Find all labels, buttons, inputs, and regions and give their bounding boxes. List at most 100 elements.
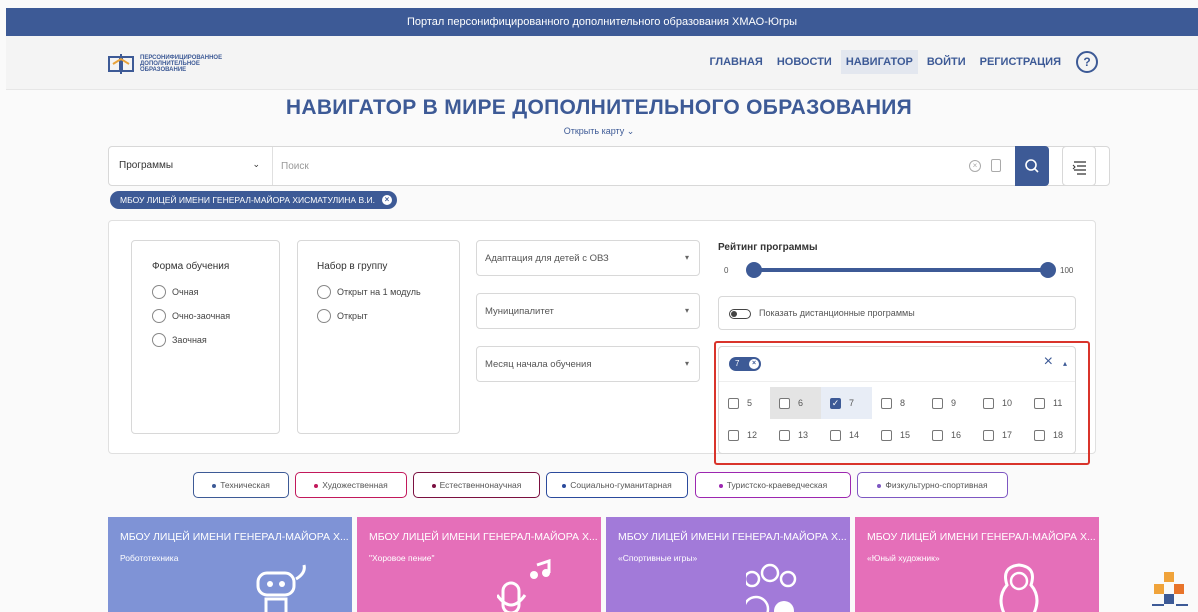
radio-form-fulltime-label: Очная bbox=[172, 287, 199, 297]
radio-circle bbox=[152, 309, 166, 323]
card-program-name: «Спортивные игры» bbox=[618, 553, 698, 563]
chevron-down-icon: ⌄ bbox=[252, 159, 260, 169]
menu-item-home[interactable]: ГЛАВНАЯ bbox=[704, 50, 767, 74]
search-icon bbox=[1025, 159, 1039, 173]
category-art[interactable]: Художественная bbox=[295, 472, 407, 498]
active-filter-label: МБОУ ЛИЦЕЙ ИМЕНИ ГЕНЕРАЛ-МАЙОРА ХИСМАТУЛ… bbox=[120, 195, 375, 205]
category-social[interactable]: Социально-гуманитарная bbox=[546, 472, 688, 498]
radio-form-distance-label: Заочная bbox=[172, 335, 207, 345]
bullet-icon bbox=[314, 483, 319, 488]
category-technical[interactable]: Техническая bbox=[193, 472, 289, 498]
card-program-name: «Юный художник» bbox=[867, 553, 940, 563]
page-title: НАВИГАТОР В МИРЕ ДОПОЛНИТЕЛЬНОГО ОБРАЗОВ… bbox=[285, 96, 913, 119]
open-map-link[interactable]: Открыть карту ⌄ bbox=[0, 126, 1198, 137]
category-sport[interactable]: Физкультурно-спортивная bbox=[857, 472, 1008, 498]
remote-programs-label: Показать дистанционные программы bbox=[759, 308, 915, 318]
radio-group-open-label: Открыт bbox=[337, 311, 368, 321]
remote-programs-toggle[interactable]: Показать дистанционные программы bbox=[718, 296, 1076, 330]
search-input[interactable] bbox=[277, 147, 957, 185]
card-org: МБОУ ЛИЦЕЙ ИМЕНИ ГЕНЕРАЛ-МАЙОРА Х... bbox=[120, 531, 349, 543]
portal-title: Портал персонифицированного дополнительн… bbox=[406, 16, 798, 28]
search-bar: Программы ⌄ × bbox=[108, 146, 1110, 186]
bullet-icon bbox=[212, 483, 217, 488]
highlight-frame bbox=[714, 341, 1090, 465]
category-tourism[interactable]: Туристско-краеведческая bbox=[695, 472, 851, 498]
rating-min-handle[interactable] bbox=[746, 262, 762, 278]
logo-icon bbox=[108, 54, 134, 74]
filters-toggle-button[interactable] bbox=[1062, 146, 1096, 186]
category-science-label: Естественнонаучная bbox=[439, 480, 522, 490]
program-card-robotics[interactable]: МБОУ ЛИЦЕЙ ИМЕНИ ГЕНЕРАЛ-МАЙОРА Х... Роб… bbox=[108, 517, 352, 612]
main-navbar: ПЕРСОНИФИЦИРОВАННОЕ ДОПОЛНИТЕЛЬНОЕ ОБРАЗ… bbox=[6, 36, 1198, 90]
radio-circle bbox=[317, 285, 331, 299]
radio-circle bbox=[317, 309, 331, 323]
program-card-artist[interactable]: МБОУ ЛИЦЕЙ ИМЕНИ ГЕНЕРАЛ-МАЙОРА Х... «Юн… bbox=[855, 517, 1099, 612]
municipality-select-label: Муниципалитет bbox=[485, 306, 554, 317]
search-button[interactable] bbox=[1015, 146, 1049, 186]
category-tourism-label: Туристско-краеведческая bbox=[726, 480, 828, 490]
remove-filter-icon[interactable]: × bbox=[381, 195, 392, 205]
ovz-select[interactable]: Адаптация для детей с ОВЗ ▾ bbox=[476, 240, 700, 276]
card-org: МБОУ ЛИЦЕЙ ИМЕНИ ГЕНЕРАЛ-МАЙОРА Х... bbox=[867, 531, 1096, 543]
card-org: МБОУ ЛИЦЕЙ ИМЕНИ ГЕНЕРАЛ-МАЙОРА Х... bbox=[618, 531, 847, 543]
card-org: МБОУ ЛИЦЕЙ ИМЕНИ ГЕНЕРАЛ-МАЙОРА Х... bbox=[369, 531, 598, 543]
logo[interactable]: ПЕРСОНИФИЦИРОВАННОЕ ДОПОЛНИТЕЛЬНОЕ ОБРАЗ… bbox=[108, 52, 230, 76]
municipality-select[interactable]: Муниципалитет ▾ bbox=[476, 293, 700, 329]
microphone-icon bbox=[497, 559, 551, 612]
caret-down-icon: ▾ bbox=[684, 253, 689, 262]
clear-search-icon[interactable]: × bbox=[969, 160, 981, 172]
category-social-label: Социально-гуманитарная bbox=[570, 480, 672, 490]
toggle-switch-icon[interactable] bbox=[729, 309, 751, 319]
program-card-choir[interactable]: МБОУ ЛИЦЕЙ ИМЕНИ ГЕНЕРАЛ-МАЙОРА Х... "Хо… bbox=[357, 517, 601, 612]
category-science[interactable]: Естественнонаучная bbox=[413, 472, 540, 498]
month-select-label: Месяц начала обучения bbox=[485, 359, 592, 370]
search-type-select[interactable]: Программы ⌄ bbox=[109, 147, 273, 185]
form-filter-title: Форма обучения bbox=[152, 261, 230, 272]
program-card-sports[interactable]: МБОУ ЛИЦЕЙ ИМЕНИ ГЕНЕРАЛ-МАЙОРА Х... «Сп… bbox=[606, 517, 850, 612]
help-icon[interactable]: ? bbox=[1076, 51, 1098, 73]
assistant-widget-icon[interactable] bbox=[1150, 568, 1190, 612]
radio-form-mixed[interactable]: Очно-заочная bbox=[152, 309, 230, 323]
category-sport-label: Физкультурно-спортивная bbox=[885, 480, 988, 490]
radio-form-fulltime[interactable]: Очная bbox=[152, 285, 199, 299]
category-art-label: Художественная bbox=[322, 480, 388, 490]
radio-form-mixed-label: Очно-заочная bbox=[172, 311, 231, 321]
radio-group-module[interactable]: Открыт на 1 модуль bbox=[317, 285, 421, 299]
filter-list-icon bbox=[1072, 161, 1086, 175]
copy-icon[interactable] bbox=[991, 159, 1001, 172]
radio-group-open[interactable]: Открыт bbox=[317, 309, 368, 323]
card-program-name: "Хоровое пение" bbox=[369, 553, 435, 563]
category-technical-label: Техническая bbox=[220, 480, 270, 490]
radio-circle bbox=[152, 333, 166, 347]
radio-form-distance[interactable]: Заочная bbox=[152, 333, 207, 347]
bullet-icon bbox=[718, 483, 723, 488]
matryoshka-icon bbox=[999, 563, 1039, 612]
month-select[interactable]: Месяц начала обучения ▾ bbox=[476, 346, 700, 382]
caret-down-icon: ▾ bbox=[684, 359, 689, 368]
robot-icon bbox=[256, 564, 306, 612]
menu-item-news[interactable]: НОВОСТИ bbox=[772, 50, 837, 74]
main-menu: ГЛАВНАЯ НОВОСТИ НАВИГАТОР ВОЙТИ РЕГИСТРА… bbox=[704, 50, 1098, 74]
active-filter-chip: МБОУ ЛИЦЕЙ ИМЕНИ ГЕНЕРАЛ-МАЙОРА ХИСМАТУЛ… bbox=[110, 191, 397, 209]
rating-min-value: 0 bbox=[724, 266, 729, 275]
sports-balls-icon bbox=[746, 563, 797, 612]
search-type-value: Программы bbox=[119, 160, 174, 171]
bullet-icon bbox=[562, 483, 567, 488]
bullet-icon bbox=[877, 483, 882, 488]
rating-max-handle[interactable] bbox=[1040, 262, 1056, 278]
bullet-icon bbox=[431, 483, 436, 488]
menu-item-navigator[interactable]: НАВИГАТОР bbox=[840, 50, 918, 74]
rating-slider-track[interactable] bbox=[754, 268, 1048, 272]
rating-max-value: 100 bbox=[1060, 266, 1074, 275]
portal-title-bar: Портал персонифицированного дополнительн… bbox=[6, 8, 1198, 36]
radio-circle bbox=[152, 285, 166, 299]
card-program-name: Робототехника bbox=[120, 553, 179, 563]
rating-title: Рейтинг программы bbox=[718, 242, 818, 253]
logo-text: ПЕРСОНИФИЦИРОВАННОЕ ДОПОЛНИТЕЛЬНОЕ ОБРАЗ… bbox=[140, 55, 223, 73]
menu-item-login[interactable]: ВОЙТИ bbox=[922, 50, 971, 74]
group-filter-title: Набор в группу bbox=[317, 261, 388, 272]
menu-item-register[interactable]: РЕГИСТРАЦИЯ bbox=[975, 50, 1066, 74]
ovz-select-label: Адаптация для детей с ОВЗ bbox=[485, 253, 609, 264]
radio-group-module-label: Открыт на 1 модуль bbox=[337, 287, 421, 297]
caret-down-icon: ▾ bbox=[684, 306, 689, 315]
